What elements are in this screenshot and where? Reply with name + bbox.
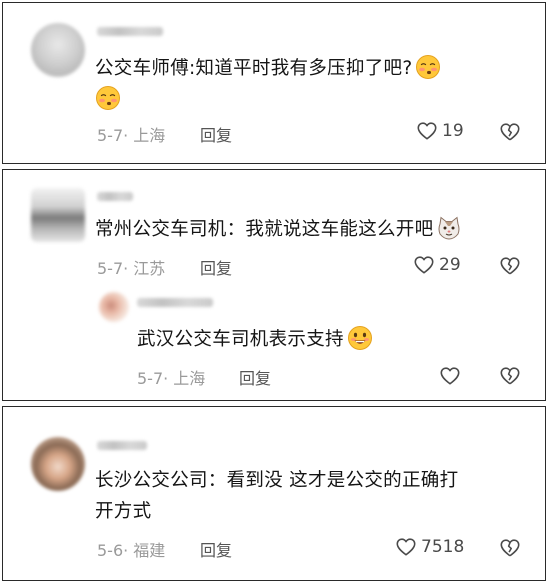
like-count: 19 (442, 121, 464, 141)
reply-button[interactable]: 回复 (200, 255, 232, 279)
heart-outline-icon[interactable] (439, 365, 461, 387)
broken-heart-icon[interactable] (499, 365, 521, 387)
heart-outline-icon (395, 536, 417, 558)
username-blurred[interactable] (97, 192, 133, 201)
like-button[interactable]: 29 (413, 254, 461, 276)
comment-text-line1: 长沙公交公司：看到没 这才是公交的正确打 (95, 470, 459, 491)
cat-face-emoji (436, 215, 462, 241)
comment-text-label: 公交车师傅:知道平时我有多压抑了吧? (95, 58, 413, 79)
username-blurred[interactable] (97, 27, 163, 36)
reply-text-label: 武汉公交车司机表示支持 (137, 329, 344, 350)
reply-username-blurred[interactable] (137, 298, 213, 307)
comment-text: 常州公交车司机：我就说这车能这么开吧 (95, 214, 525, 245)
like-button[interactable]: 7518 (395, 536, 464, 558)
broken-heart-icon[interactable] (499, 537, 521, 559)
heart-outline-icon (413, 254, 435, 276)
reply-button[interactable]: 回复 (239, 365, 271, 389)
comment-text: 长沙公交公司：看到没 这才是公交的正确打 开方式 (95, 465, 535, 527)
like-button[interactable]: 19 (416, 120, 464, 142)
comment-card: 常州公交车司机：我就说这车能这么开吧 5-7· 江苏 回复 29 武汉公交车司机… (2, 169, 546, 401)
broken-heart-icon[interactable] (499, 255, 521, 277)
reply-button[interactable]: 回复 (200, 537, 232, 561)
comment-text-label: 常州公交车司机：我就说这车能这么开吧 (95, 219, 434, 240)
comment-text-line2: 开方式 (95, 501, 152, 522)
comment-meta: 5-7· 上海 (97, 126, 166, 145)
avatar[interactable] (31, 23, 85, 77)
avatar[interactable] (31, 188, 85, 242)
avatar[interactable] (31, 437, 85, 491)
comment-meta: 5-7· 江苏 (97, 259, 166, 278)
like-count: 7518 (421, 537, 465, 557)
flushed-blush-emoji (415, 54, 441, 80)
reply-meta: 5-7· 上海 (137, 369, 206, 388)
reply-button[interactable]: 回复 (200, 122, 232, 146)
comment-text: 公交车师傅:知道平时我有多压抑了吧? (95, 53, 515, 115)
broken-heart-icon[interactable] (499, 121, 521, 143)
comment-card: 长沙公交公司：看到没 这才是公交的正确打 开方式 5-6· 福建 回复 7518 (2, 406, 546, 581)
heart-outline-icon (416, 120, 438, 142)
reply-text: 武汉公交车司机表示支持 (137, 324, 437, 355)
reply-avatar[interactable] (99, 292, 129, 322)
grinning-face-emoji (347, 325, 373, 351)
flushed-blush-emoji (95, 85, 121, 111)
username-blurred[interactable] (97, 441, 147, 450)
comment-card: 公交车师傅:知道平时我有多压抑了吧? 5-7· 上海 回复 19 (2, 2, 546, 164)
like-count: 29 (439, 255, 461, 275)
comment-meta: 5-6· 福建 (97, 541, 166, 560)
